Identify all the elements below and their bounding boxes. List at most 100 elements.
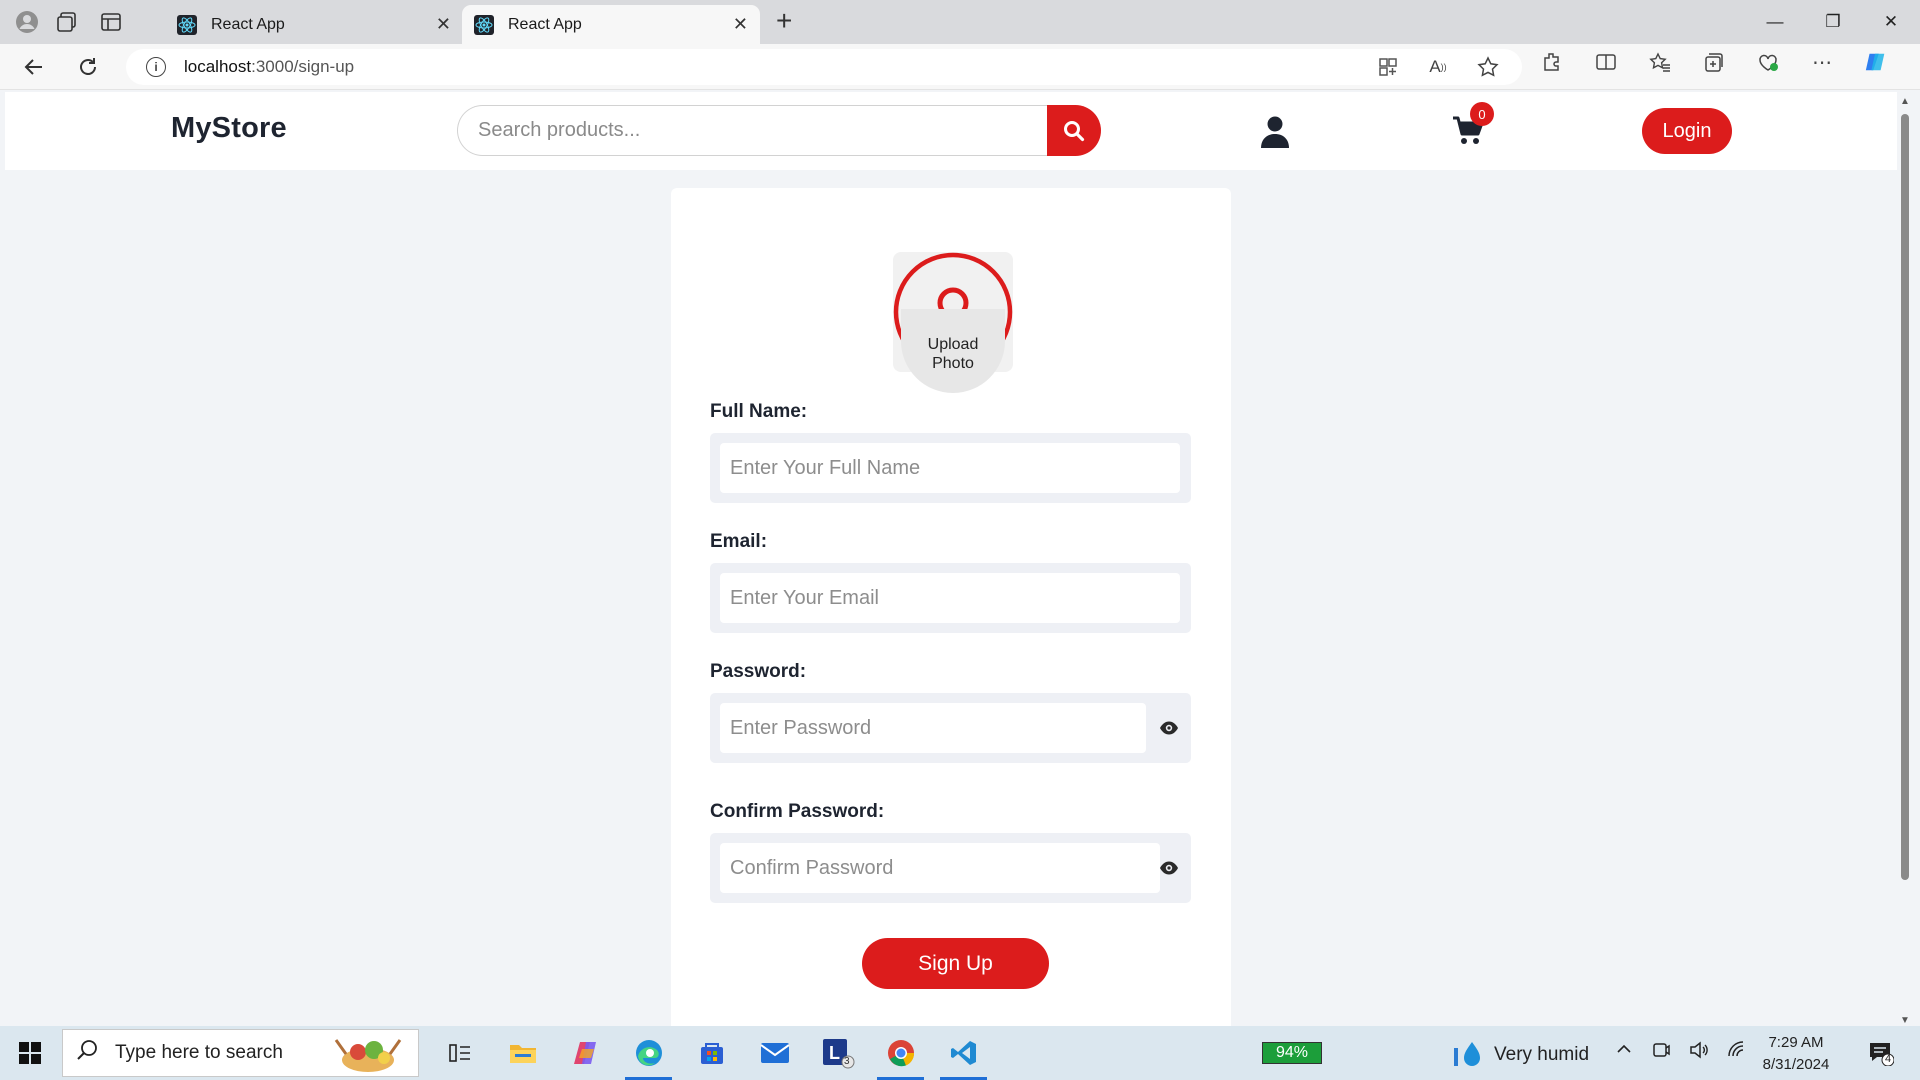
volume-icon[interactable]	[1689, 1040, 1709, 1065]
microsoft-store-icon[interactable]	[680, 1026, 743, 1080]
weather-text: Very humid	[1494, 1044, 1590, 1065]
system-tray	[1615, 1040, 1747, 1065]
scroll-down-arrow-icon[interactable]: ▼	[1900, 1015, 1910, 1026]
restore-icon[interactable]: ❐	[1804, 0, 1862, 44]
url-bar[interactable]: i localhost:3000/sign-up A))	[126, 49, 1522, 85]
l-app-icon[interactable]: L 3	[806, 1026, 869, 1080]
more-options-icon[interactable]: ⋯	[1810, 50, 1834, 74]
cart-count-badge: 0	[1470, 102, 1494, 126]
search-bar	[457, 105, 1101, 156]
site-header: MyStore 0 Login	[5, 92, 1897, 170]
close-tab-icon[interactable]: ✕	[733, 14, 748, 35]
password-input[interactable]	[720, 703, 1146, 753]
email-field-box	[710, 563, 1191, 633]
favorite-star-icon[interactable]	[1476, 55, 1500, 79]
split-screen-icon[interactable]	[1594, 50, 1618, 74]
cart-button[interactable]: 0	[1452, 102, 1494, 151]
back-button[interactable]	[14, 49, 54, 85]
chrome-browser-icon[interactable]	[869, 1026, 932, 1080]
favorites-icon[interactable]	[1648, 50, 1672, 74]
clock-time: 7:29 AM	[1768, 1034, 1824, 1051]
site-logo[interactable]: MyStore	[171, 112, 287, 145]
taskbar-apps: L 3	[428, 1026, 995, 1080]
user-profile-icon[interactable]	[1261, 116, 1289, 153]
notification-count: 4	[1885, 1053, 1892, 1065]
upload-photo-label-2: Photo	[932, 355, 974, 372]
browser-essentials-icon[interactable]	[1756, 50, 1780, 74]
edge-browser-icon[interactable]	[617, 1026, 680, 1080]
new-tab-button[interactable]: +	[776, 7, 792, 35]
workspaces-icon[interactable]	[54, 9, 80, 35]
vscode-icon[interactable]	[932, 1026, 995, 1080]
humidity-drop-icon	[1454, 1042, 1480, 1066]
browser-toolbar: ⋯	[1540, 50, 1888, 74]
notifications-icon[interactable]: 4	[1868, 1040, 1895, 1071]
close-window-icon[interactable]: ✕	[1862, 0, 1920, 44]
window-controls: — ❐ ✕	[1746, 0, 1920, 44]
search-icon	[1064, 120, 1085, 141]
full-name-label: Full Name:	[710, 401, 808, 422]
app-available-icon[interactable]	[1376, 55, 1400, 79]
battery-indicator[interactable]: 94%	[1262, 1042, 1322, 1064]
refresh-button[interactable]	[68, 49, 108, 85]
weather-widget[interactable]: Very humid	[1452, 1038, 1589, 1072]
confirm-password-input[interactable]	[720, 843, 1160, 893]
page-viewport: MyStore 0 Login Upload Photo Full Name: …	[5, 92, 1897, 1026]
url-host: localhost	[184, 57, 252, 76]
extensions-icon[interactable]	[1540, 50, 1564, 74]
tab-actions-icon[interactable]	[98, 9, 124, 35]
full-name-input[interactable]	[720, 443, 1180, 493]
windows-taskbar: Type here to search L 3 94% Very humid 7…	[0, 1026, 1920, 1080]
search-input[interactable]	[457, 105, 1047, 156]
scroll-up-arrow-icon[interactable]: ▲	[1900, 96, 1910, 107]
wifi-icon[interactable]	[1727, 1040, 1747, 1065]
password-label: Password:	[710, 661, 807, 682]
browser-tab-active[interactable]: React App ✕	[462, 5, 760, 44]
tab-title: React App	[508, 15, 582, 33]
minimize-icon[interactable]: —	[1746, 0, 1804, 44]
confirm-password-field-box	[710, 833, 1191, 903]
sign-up-button[interactable]: Sign Up	[862, 938, 1049, 989]
meet-now-icon[interactable]	[1651, 1040, 1671, 1065]
close-tab-icon[interactable]: ✕	[436, 14, 451, 35]
scrollbar-thumb[interactable]	[1901, 114, 1909, 880]
collections-icon[interactable]	[1702, 50, 1726, 74]
copilot-icon[interactable]	[1864, 50, 1888, 74]
confirm-password-label: Confirm Password:	[710, 801, 885, 822]
email-input[interactable]	[720, 573, 1180, 623]
search-button[interactable]	[1047, 105, 1101, 156]
signup-card: Upload Photo Full Name: Email: Password:…	[671, 188, 1231, 1026]
page-scrollbar[interactable]: ▲ ▼	[1898, 92, 1910, 1026]
taskbar-search-box[interactable]: Type here to search	[62, 1029, 419, 1077]
clock-date: 8/31/2024	[1762, 1056, 1830, 1073]
windows-logo-icon	[19, 1042, 41, 1064]
show-hidden-icons-icon[interactable]	[1615, 1040, 1633, 1065]
file-explorer-icon[interactable]	[491, 1026, 554, 1080]
show-password-eye-icon[interactable]	[1159, 719, 1179, 742]
profile-icon[interactable]	[14, 9, 40, 35]
show-confirm-password-eye-icon[interactable]	[1159, 859, 1179, 882]
task-view-icon[interactable]	[428, 1026, 491, 1080]
react-logo-icon	[474, 14, 494, 35]
site-info-icon[interactable]: i	[146, 57, 166, 77]
upload-photo-button[interactable]: Upload Photo	[901, 309, 1005, 393]
browser-tab[interactable]: React App ✕	[165, 5, 463, 44]
full-name-field-box	[710, 433, 1191, 503]
windows-start-button[interactable]	[0, 1026, 60, 1080]
mail-icon[interactable]	[743, 1026, 806, 1080]
upload-photo-label: Upload	[927, 336, 979, 353]
browser-tab-bar: React App ✕ React App ✕ + — ❐ ✕	[0, 0, 1920, 44]
react-logo-icon	[177, 14, 197, 35]
login-button[interactable]: Login	[1642, 108, 1732, 154]
search-highlight-illustration-icon	[334, 1039, 402, 1072]
email-label: Email:	[710, 531, 768, 552]
password-field-box	[710, 693, 1191, 763]
system-clock[interactable]: 7:29 AM 8/31/2024	[1756, 1032, 1836, 1076]
copilot-app-icon[interactable]	[554, 1026, 617, 1080]
read-aloud-icon[interactable]: A))	[1426, 55, 1450, 79]
address-bar-row: i localhost:3000/sign-up A)) ⋯	[0, 44, 1920, 90]
svg-text:L: L	[829, 1043, 840, 1063]
app-badge-count: 3	[844, 1056, 850, 1067]
url-path: :3000/sign-up	[251, 57, 355, 76]
search-icon	[77, 1039, 99, 1067]
